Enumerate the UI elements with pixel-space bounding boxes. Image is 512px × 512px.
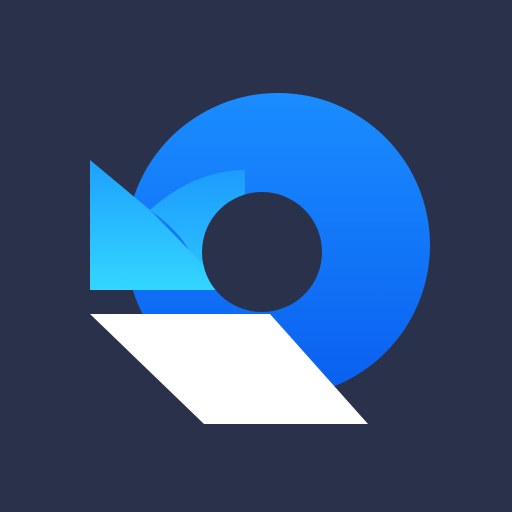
ring-hole [202, 192, 322, 312]
restore-recovery-logo-icon [0, 0, 512, 512]
app-icon [0, 0, 512, 512]
